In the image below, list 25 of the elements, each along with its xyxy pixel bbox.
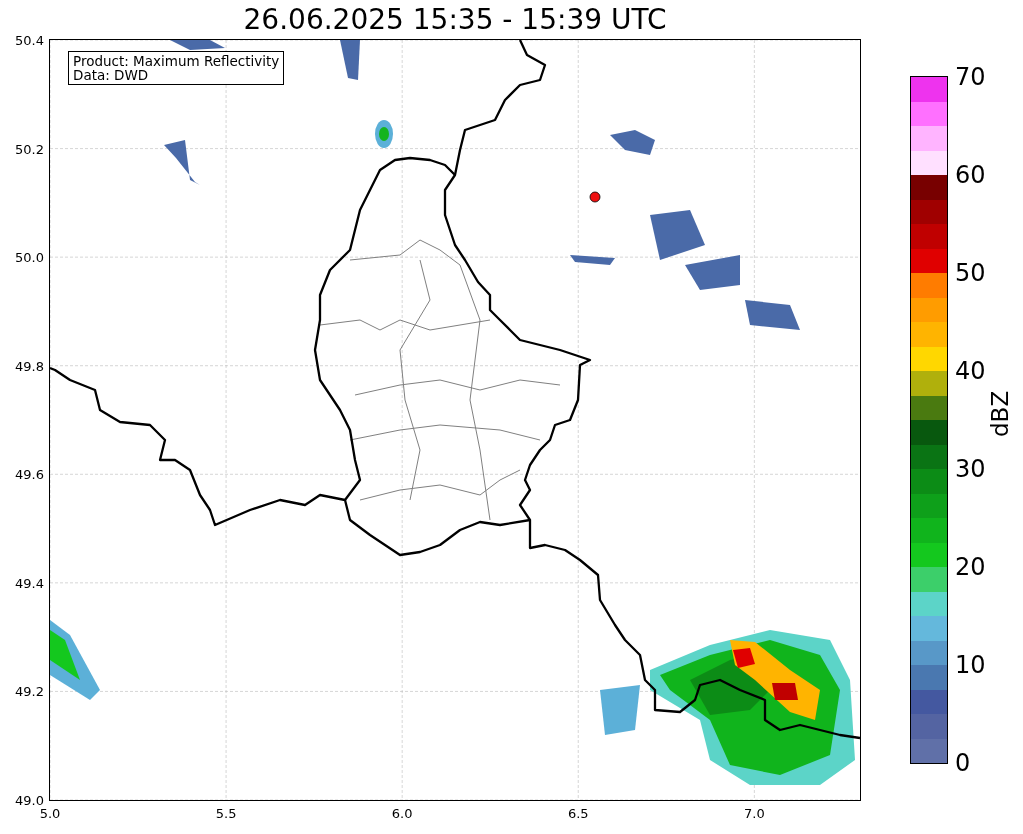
x-tick-label: 7.0 (744, 806, 765, 821)
y-tick-label: 49.0 (15, 792, 44, 808)
info-text: Data: DWD (73, 68, 150, 82)
colorbar-tick-label: 0 (955, 751, 971, 775)
chart-title: 26.06.2025 15:35 - 15:39 UTC (243, 2, 667, 38)
x-tick-label: 5.0 (39, 806, 61, 821)
colorbar-tick-label: 70 (955, 65, 986, 89)
colorbar-tick-label: 40 (955, 359, 986, 383)
y-tick-label: 49.4 (15, 575, 44, 591)
y-tick-label: 50.2 (15, 141, 44, 157)
y-tick-label: 49.2 (15, 683, 44, 699)
colorbar-tick-label: 60 (955, 163, 986, 187)
x-tick-label: 6.5 (567, 806, 589, 821)
y-tick-label: 50.4 (15, 32, 44, 48)
x-tick-label: 5.5 (215, 806, 237, 821)
y-tick-label: 50.0 (15, 249, 44, 265)
colorbar-tick-label: 30 (955, 457, 986, 481)
y-tick-label: 49.6 (15, 466, 44, 482)
x-tick-label: 6.0 (391, 806, 413, 821)
colorbar-label: dBZ (987, 390, 1013, 437)
colorbar-tick-label: 10 (955, 653, 986, 677)
colorbar-tick-label: 20 (955, 555, 986, 579)
y-tick-label: 49.8 (15, 358, 44, 374)
colorbar-tick-label: 50 (955, 261, 986, 285)
info-text: Product: Maximum Reflectivity (73, 54, 280, 68)
